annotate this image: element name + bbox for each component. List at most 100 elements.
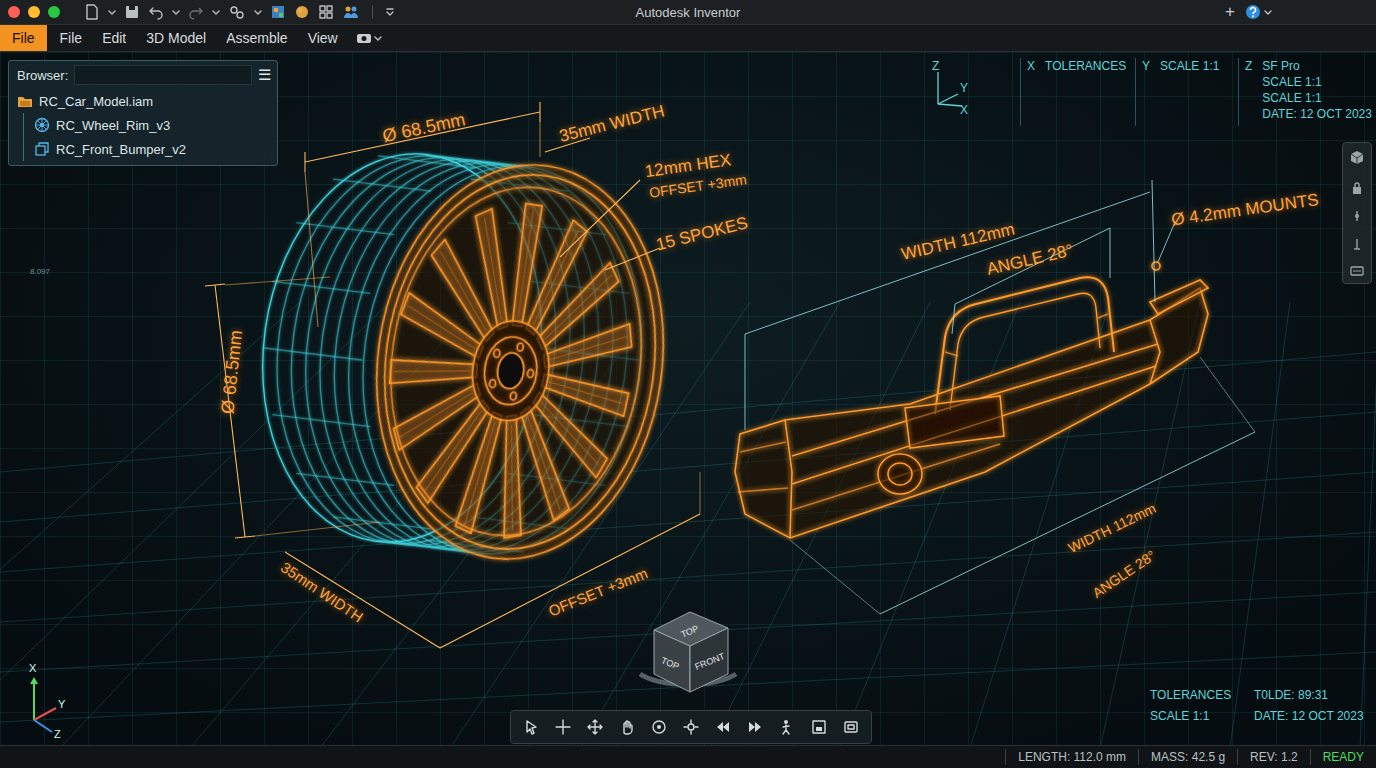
fit-icon[interactable]: [842, 718, 860, 736]
dropdown-icon[interactable]: [374, 34, 382, 42]
forward-icon[interactable]: [746, 718, 764, 736]
component-icon: [34, 141, 50, 157]
help-menu[interactable]: [1245, 4, 1272, 20]
tree-item[interactable]: RC_Front_Bumper_v2: [23, 137, 277, 161]
summary-item: T0LDE: 89:31: [1254, 688, 1364, 702]
axis-label: Z: [54, 728, 61, 740]
axis-label: X: [1027, 58, 1035, 126]
browser-panel: Browser: ☰ RC_Car_Model.iam RC_Wheel_Rim_v3…: [8, 60, 278, 166]
move-icon[interactable]: [586, 718, 604, 736]
navigation-bar: [1342, 142, 1372, 284]
frame-icon[interactable]: [810, 718, 828, 736]
cube-face-label[interactable]: FRONT: [694, 651, 727, 672]
cube-face-label[interactable]: TOP: [679, 623, 700, 639]
menu-item[interactable]: File: [50, 25, 93, 51]
browser-menu-button[interactable]: ☰: [258, 66, 271, 84]
status-item: MASS: 42.5 g: [1138, 749, 1237, 765]
menu-item[interactable]: 3D Model: [136, 25, 216, 51]
info-line: SCALE 1:1: [1262, 74, 1372, 90]
undo-icon[interactable]: [148, 4, 164, 20]
tree-item-label[interactable]: RC_Front_Bumper_v2: [56, 142, 186, 157]
lock-icon[interactable]: [1350, 181, 1364, 195]
zoom-icon[interactable]: [1350, 209, 1364, 223]
menu-item[interactable]: Edit: [92, 25, 136, 51]
grid-label: 8.097: [30, 267, 50, 276]
info-line: SCALE 1:1: [1160, 58, 1219, 74]
axis-gizmo: ZYX: [928, 58, 1020, 126]
wheel-rim-model[interactable]: [238, 136, 688, 578]
view-cube-icon[interactable]: [1348, 149, 1366, 167]
parts-icon[interactable]: [270, 4, 286, 20]
axis-label: Z: [1245, 58, 1252, 126]
new-tab-button[interactable]: +: [1225, 2, 1235, 22]
status-bar: LENGTH: 112.0 mmMASS: 42.5 gREV: 1.2READ…: [0, 745, 1376, 768]
dimension-label: 35mm WIDTH: [278, 558, 366, 625]
dropdown-icon[interactable]: [172, 8, 180, 16]
browser-filter[interactable]: [74, 65, 252, 85]
menu-item[interactable]: View: [298, 25, 348, 51]
customize-icon[interactable]: [385, 7, 395, 17]
dimension-label: ANGLE 28°: [985, 241, 1075, 280]
rewind-icon[interactable]: [714, 718, 732, 736]
settings-icon[interactable]: [228, 4, 246, 20]
zoom-extents-icon[interactable]: [682, 718, 700, 736]
redo-icon[interactable]: [188, 4, 204, 20]
tree-item-label[interactable]: RC_Wheel_Rim_v3: [56, 118, 170, 133]
orbit-icon[interactable]: [650, 718, 668, 736]
view-toolbar: [510, 710, 872, 744]
dropdown-icon[interactable]: [212, 8, 220, 16]
status-state: READY: [1310, 749, 1376, 765]
viewport[interactable]: TOPTOPFRONT8.097Ø 68.5mm35mm WIDTH12mm H…: [0, 52, 1376, 745]
users-icon[interactable]: [342, 4, 360, 20]
save-icon[interactable]: [124, 4, 140, 20]
axis-label: X: [29, 662, 36, 674]
walk-icon[interactable]: [778, 718, 796, 736]
info-column: ZSF ProSCALE 1:1SCALE 1:1DATE: 12 OCT 20…: [1238, 58, 1372, 126]
dimension-label: ANGLE 28°: [1089, 547, 1158, 601]
help-icon[interactable]: [1245, 4, 1261, 20]
dimension-label: Ø 4.2mm MOUNTS: [1170, 190, 1320, 230]
corner-axes: X Y Z: [12, 660, 76, 740]
status-item: REV: 1.2: [1237, 749, 1310, 765]
pan-icon[interactable]: [1350, 237, 1364, 251]
axis-label: Z: [932, 58, 939, 74]
browser-title: Browser:: [17, 68, 68, 83]
info-line: SCALE 1:1: [1262, 90, 1372, 106]
dimension-label: 35mm WIDTH: [557, 101, 666, 146]
layers-icon[interactable]: [1349, 265, 1365, 277]
front-bumper-model[interactable]: [735, 262, 1208, 538]
summary-panel: TOLERANCEST0LDE: 89:31SCALE 1:1DATE: 12 …: [1150, 688, 1364, 723]
info-column: XTOLERANCES: [1020, 58, 1135, 126]
zoom-button[interactable]: [48, 6, 60, 18]
axis-triad-icon: [12, 660, 76, 740]
info-line: DATE: 12 OCT 2023: [1262, 106, 1372, 122]
camera-menu[interactable]: [348, 25, 390, 51]
dropdown-icon[interactable]: [108, 8, 116, 16]
info-panel: ZYXXTOLERANCESYSCALE 1:1ZSF ProSCALE 1:1…: [928, 58, 1372, 126]
menu-item[interactable]: Assemble: [216, 25, 297, 51]
crosshair-icon[interactable]: [554, 718, 572, 736]
menu-item[interactable]: File: [0, 25, 47, 51]
select-icon[interactable]: [522, 718, 540, 736]
layout-icon[interactable]: [318, 4, 334, 20]
camera-icon[interactable]: [356, 32, 372, 44]
info-column: YSCALE 1:1: [1135, 58, 1238, 126]
axis-label: Y: [58, 698, 65, 710]
summary-item: DATE: 12 OCT 2023: [1254, 709, 1364, 723]
minimize-button[interactable]: [28, 6, 40, 18]
new-file-icon[interactable]: [84, 4, 100, 20]
hand-icon[interactable]: [618, 718, 636, 736]
dimension-label: 15 SPOKES: [654, 213, 750, 255]
appearance-icon[interactable]: [294, 4, 310, 20]
close-button[interactable]: [8, 6, 20, 18]
view-cube[interactable]: TOP TOP FRONT: [640, 612, 736, 692]
wheel-part-icon: [34, 117, 50, 133]
cube-face-label[interactable]: TOP: [660, 655, 681, 671]
tree-item-label[interactable]: RC_Car_Model.iam: [39, 94, 153, 109]
dropdown-icon[interactable]: [1264, 8, 1272, 16]
tree-item[interactable]: RC_Wheel_Rim_v3: [23, 113, 277, 137]
status-item: LENGTH: 112.0 mm: [1005, 749, 1138, 765]
bumper-dimensions: [745, 180, 1255, 614]
tree-item[interactable]: RC_Car_Model.iam: [9, 89, 277, 113]
dropdown-icon[interactable]: [254, 8, 262, 16]
